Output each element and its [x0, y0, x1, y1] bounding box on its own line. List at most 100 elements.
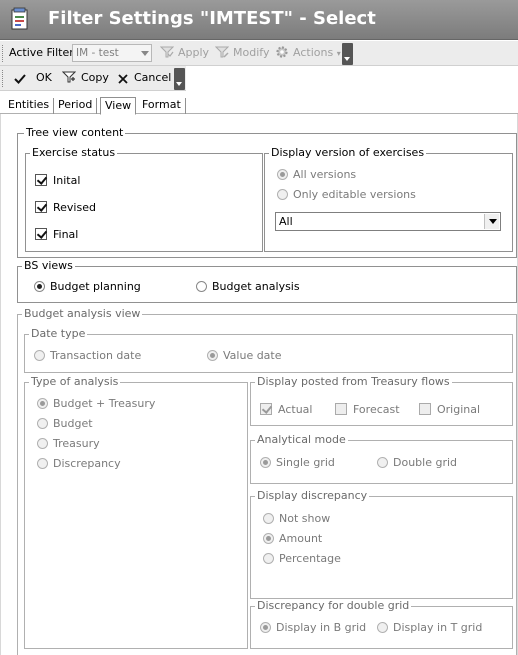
cancel-button[interactable]: Cancel [134, 71, 171, 84]
analytical-mode-label: Analytical mode [255, 433, 348, 447]
version-dropdown-value: All [279, 215, 293, 228]
radio-button [196, 281, 207, 292]
title-bar: Filter Settings "IMTEST" - Select [0, 0, 518, 40]
checkbox-box [35, 174, 47, 186]
chevron-down-icon [141, 51, 149, 56]
checkbox-actual[interactable]: Actual [260, 403, 312, 417]
tab-period[interactable]: Period [54, 98, 98, 114]
radio-treasury[interactable]: Treasury [37, 437, 100, 451]
radio-only-editable-label: Only editable versions [293, 188, 416, 201]
toolbar-overflow-button[interactable] [174, 68, 185, 90]
radio-value-date[interactable]: Value date [207, 349, 282, 363]
radio-button [263, 533, 274, 544]
radio-single-grid-label: Single grid [276, 456, 335, 469]
ok-button[interactable]: OK [36, 71, 52, 84]
radio-button [207, 350, 218, 361]
tab-strip: Entities Period View Format [0, 96, 518, 115]
checkbox-final-label: Final [53, 228, 79, 241]
filter-toolbar: Active Filter IM - test Apply Modify Act… [0, 41, 518, 66]
exercise-status-label: Exercise status [30, 146, 118, 160]
radio-button [37, 398, 48, 409]
tab-format[interactable]: Format [138, 98, 186, 114]
radio-budget[interactable]: Budget [37, 417, 93, 431]
radio-single-grid[interactable]: Single grid [260, 456, 335, 470]
date-type-label: Date type [29, 327, 88, 341]
display-version-group: Display version of exercises All version… [264, 146, 513, 252]
radio-button [277, 169, 288, 180]
apply-button[interactable]: Apply [178, 46, 209, 59]
radio-display-in-t-grid[interactable]: Display in T grid [377, 621, 482, 635]
toolbar-overflow-button[interactable] [342, 43, 353, 65]
actions-menu-button[interactable]: Actions ▾ [293, 46, 341, 59]
active-filter-combo[interactable]: IM - test [72, 44, 152, 62]
type-of-analysis-group: Type of analysis Budget + Treasury Budge… [24, 375, 248, 649]
radio-display-in-b-grid-label: Display in B grid [276, 621, 367, 634]
posted-from-treasury-group: Display posted from Treasury flows Actua… [250, 375, 513, 426]
radio-button [260, 622, 271, 633]
radio-all-versions[interactable]: All versions [277, 168, 356, 182]
view-tab-panel: Tree view content Exercise status Inital… [0, 114, 518, 655]
radio-budget-treasury[interactable]: Budget + Treasury [37, 397, 155, 411]
radio-budget-label: Budget [53, 417, 93, 430]
close-icon [118, 74, 128, 84]
tab-entities[interactable]: Entities [4, 98, 55, 114]
filter-settings-icon [11, 7, 28, 30]
bs-views-group: BS views Budget planning Budget analysis [17, 259, 517, 303]
tree-view-content-group: Tree view content Exercise status Inital… [17, 126, 517, 258]
tree-view-content-label: Tree view content [24, 126, 126, 140]
chevron-down-icon: ▾ [336, 49, 341, 58]
checkbox-actual-label: Actual [278, 403, 313, 416]
radio-amount[interactable]: Amount [263, 532, 322, 546]
checkbox-original[interactable]: Original [419, 403, 480, 417]
radio-button [37, 458, 48, 469]
bs-views-label: BS views [22, 259, 75, 273]
analytical-mode-group: Analytical mode Single grid Double grid [250, 433, 513, 484]
display-discrepancy-group: Display discrepancy Not show Amount Perc… [250, 489, 513, 599]
toolbar-grip[interactable] [2, 45, 5, 62]
radio-display-in-b-grid[interactable]: Display in B grid [260, 621, 366, 635]
active-filter-value: IM - test [76, 47, 119, 59]
checkbox-final[interactable]: Final [35, 228, 78, 242]
radio-button [34, 350, 45, 361]
radio-budget-planning[interactable]: Budget planning [34, 280, 141, 294]
copy-button[interactable]: Copy [81, 71, 109, 84]
chevron-down-icon[interactable] [484, 214, 499, 229]
checkbox-original-label: Original [437, 403, 481, 416]
date-type-group: Date type Transaction date Value date [24, 327, 513, 373]
radio-button [34, 281, 45, 292]
radio-button [37, 418, 48, 429]
checkbox-box [260, 403, 272, 415]
checkbox-revised[interactable]: Revised [35, 201, 96, 215]
tab-view[interactable]: View [100, 97, 137, 115]
modify-button[interactable]: Modify [233, 46, 269, 59]
radio-percentage[interactable]: Percentage [263, 552, 341, 566]
version-dropdown[interactable]: All [275, 212, 501, 231]
radio-budget-analysis[interactable]: Budget analysis [196, 280, 300, 294]
checkbox-box [35, 228, 47, 240]
radio-value-date-label: Value date [223, 349, 282, 362]
radio-double-grid[interactable]: Double grid [377, 456, 457, 470]
radio-budget-treasury-label: Budget + Treasury [53, 397, 156, 410]
checkbox-forecast-label: Forecast [353, 403, 400, 416]
radio-budget-analysis-label: Budget analysis [212, 280, 300, 293]
radio-display-in-t-grid-label: Display in T grid [393, 621, 483, 634]
radio-transaction-date[interactable]: Transaction date [34, 349, 141, 363]
checkbox-forecast[interactable]: Forecast [335, 403, 400, 417]
radio-not-show[interactable]: Not show [263, 512, 330, 526]
radio-discrepancy-label: Discrepancy [53, 457, 121, 470]
actions-label: Actions [293, 46, 334, 59]
exercise-status-group: Exercise status Inital Revised Final [25, 146, 263, 252]
posted-from-treasury-label: Display posted from Treasury flows [255, 375, 452, 389]
type-of-analysis-label: Type of analysis [29, 375, 121, 389]
checkbox-box [35, 201, 47, 213]
checkbox-revised-label: Revised [53, 201, 96, 214]
dialog-toolbar: OK Copy Cancel [0, 66, 186, 91]
radio-only-editable-versions[interactable]: Only editable versions [277, 188, 416, 202]
toolbar-grip[interactable] [2, 70, 5, 87]
radio-all-versions-label: All versions [293, 168, 357, 181]
radio-button [277, 189, 288, 200]
active-filter-label: Active Filter [9, 46, 74, 59]
display-discrepancy-label: Display discrepancy [255, 489, 370, 503]
radio-discrepancy[interactable]: Discrepancy [37, 457, 121, 471]
checkbox-inital[interactable]: Inital [35, 174, 80, 188]
